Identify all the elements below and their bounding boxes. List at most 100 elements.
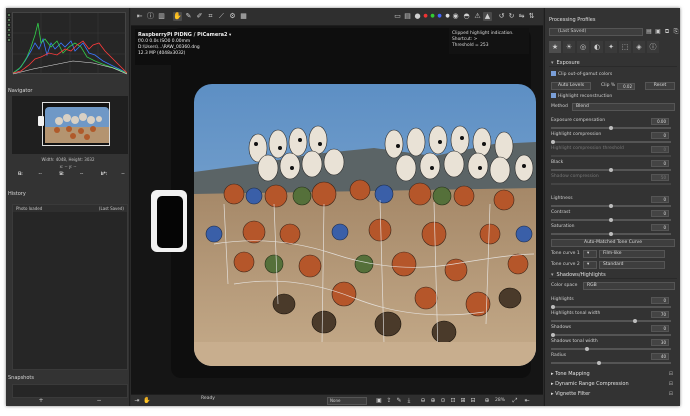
colorspace-select[interactable]: RGB (583, 282, 675, 290)
slider-knob[interactable] (551, 140, 555, 144)
zoom-fit-icon[interactable]: ⊡ (449, 397, 457, 405)
focus-mask-icon[interactable]: ◉ (451, 12, 460, 21)
lightness-value[interactable]: 0 (651, 196, 669, 203)
navigator-preview[interactable] (12, 96, 128, 154)
hl-recon-checkbox[interactable] (551, 93, 556, 98)
radius-value[interactable]: 40 (651, 353, 669, 360)
clip-oog-row[interactable]: Clip out-of-gamut colors (551, 71, 675, 79)
method-select[interactable]: Blend (572, 103, 675, 111)
shadow-clip-icon[interactable]: ◓ (462, 12, 471, 21)
black-slider[interactable] (551, 168, 671, 172)
tab-advanced-icon[interactable]: ✦ (605, 41, 617, 53)
hl-comp-slider[interactable] (551, 140, 671, 144)
rotate-left-icon[interactable]: ↺ (497, 12, 506, 21)
white-balance-picker-icon[interactable]: ✎ (184, 12, 193, 21)
history-row[interactable]: Photo loaded (Last Saved) (13, 205, 127, 212)
profile-select[interactable]: None (327, 397, 367, 405)
hl-thresh-value[interactable]: 0 (651, 146, 669, 153)
shadows-slider[interactable] (551, 333, 671, 337)
color-picker-icon[interactable]: ✐ (195, 12, 204, 21)
tone2-curve-editor[interactable]: ▾ (583, 261, 597, 269)
hist-blue-toggle[interactable] (7, 23, 11, 27)
sh-tonal-width-slider[interactable] (551, 347, 671, 351)
layout-icon[interactable]: ▦ (239, 12, 248, 21)
slider-knob[interactable] (609, 204, 613, 208)
clipped-highlight-icon[interactable]: ▲ (483, 12, 492, 21)
shadow-comp-slider[interactable] (551, 183, 671, 185)
contrast-slider[interactable] (551, 218, 671, 222)
info-icon[interactable]: ⓘ (146, 12, 155, 21)
hl-tonal-width-slider[interactable] (551, 319, 671, 323)
hist-red-toggle[interactable] (7, 13, 11, 17)
shadow-comp-value[interactable]: 50 (651, 174, 669, 181)
hl-tonal-width-value[interactable]: 70 (651, 311, 669, 318)
tab-raw-icon[interactable]: ◈ (633, 41, 645, 53)
exp-comp-slider[interactable] (551, 126, 671, 130)
tab-exposure-icon[interactable]: ☀ (563, 41, 575, 53)
add-snapshot-button[interactable]: + (38, 397, 43, 405)
slider-knob[interactable] (609, 218, 613, 222)
editor-icon[interactable]: ✎ (395, 397, 403, 405)
exp-comp-value[interactable]: 0.00 (651, 118, 669, 125)
tab-color-icon[interactable]: ◐ (591, 41, 603, 53)
hide-left-panel-icon[interactable]: ⇤ (135, 12, 144, 21)
profile-dropdown[interactable]: (Last Saved) (549, 28, 643, 36)
zoom-fill-icon[interactable]: ⊞ (459, 397, 467, 405)
export-icon[interactable]: ⤓ (405, 397, 413, 405)
hl-recon-row[interactable]: Highlight reconstruction (551, 93, 675, 101)
tone1-curve-editor[interactable]: ▾ (583, 250, 597, 258)
toggle-icon[interactable]: ⊟ (669, 390, 673, 399)
auto-levels-button[interactable]: Auto Levels (551, 82, 591, 90)
flip-horizontal-icon[interactable]: ⇋ (517, 12, 526, 21)
auto-tone-curve-button[interactable]: Auto-Matched Tone Curve (551, 239, 675, 247)
clip-percent-input[interactable]: 0.02 (617, 83, 635, 90)
slider-knob[interactable] (597, 361, 601, 365)
slider-knob[interactable] (585, 347, 589, 351)
saturation-slider[interactable] (551, 232, 671, 236)
tab-transform-icon[interactable]: ⬚ (619, 41, 631, 53)
slider-knob[interactable] (633, 319, 637, 323)
tab-favorites-icon[interactable]: ★ (549, 41, 561, 53)
clip-oog-checkbox[interactable] (551, 71, 556, 76)
overlay-dropdown-icon[interactable]: ▾ (229, 33, 231, 38)
magnifier-icon[interactable]: ⊕ (483, 397, 491, 405)
slider-knob[interactable] (609, 168, 613, 172)
toggle-icon[interactable]: ⊟ (669, 380, 673, 389)
left-panel-toggle-icon[interactable]: ⇥ (133, 397, 141, 405)
preview-mode-icon[interactable]: ▭ (393, 12, 402, 21)
highlights-value[interactable]: 0 (651, 297, 669, 304)
straighten-icon[interactable]: ⟋ (217, 12, 226, 21)
shadows-section-header[interactable]: ▾ Shadows/Highlights (549, 271, 677, 279)
save-icon[interactable]: ▣ (375, 397, 383, 405)
zoom-out-icon[interactable]: ⊖ (419, 397, 427, 405)
crop-icon[interactable]: ⌗ (206, 12, 215, 21)
reset-button[interactable]: Reset (645, 82, 675, 90)
tone1-select[interactable]: Film-like (599, 250, 665, 258)
tab-detail-icon[interactable]: ◎ (577, 41, 589, 53)
save-profile-icon[interactable]: ▣ (654, 28, 662, 36)
hand-icon[interactable]: ✋ (143, 397, 151, 405)
tab-metadata-icon[interactable]: ⓘ (647, 41, 659, 53)
exposure-section-header[interactable]: ▾ Exposure (549, 59, 677, 67)
queue-icon[interactable]: ⇪ (385, 397, 393, 405)
image-viewer[interactable] (131, 26, 543, 394)
hist-raw-toggle[interactable] (7, 38, 11, 42)
open-profile-icon[interactable]: ▤ (645, 28, 653, 36)
hl-thresh-slider[interactable] (551, 155, 671, 157)
sh-tonal-width-value[interactable]: 30 (651, 339, 669, 346)
slider-knob[interactable] (551, 333, 555, 337)
drc-section[interactable]: ▸ Dynamic Range Compression ⊟ (549, 380, 677, 389)
radius-slider[interactable] (551, 361, 671, 365)
slider-knob[interactable] (551, 305, 555, 309)
tone-mapping-section[interactable]: ▸ Tone Mapping ⊟ (549, 370, 677, 379)
hand-tool-icon[interactable]: ✋ (173, 12, 182, 21)
remove-snapshot-button[interactable]: − (96, 397, 101, 405)
hist-luma-toggle[interactable] (7, 28, 11, 32)
rgb-icon[interactable]: ▤ (403, 12, 412, 21)
hl-comp-value[interactable]: 0 (651, 132, 669, 139)
highlights-slider[interactable] (551, 305, 671, 309)
right-panel-toggle-icon[interactable]: ⇤ (523, 397, 531, 405)
paste-profile-icon[interactable]: ⎘ (672, 28, 680, 36)
hist-green-toggle[interactable] (7, 18, 11, 22)
zoom-in-icon[interactable]: ⊕ (429, 397, 437, 405)
